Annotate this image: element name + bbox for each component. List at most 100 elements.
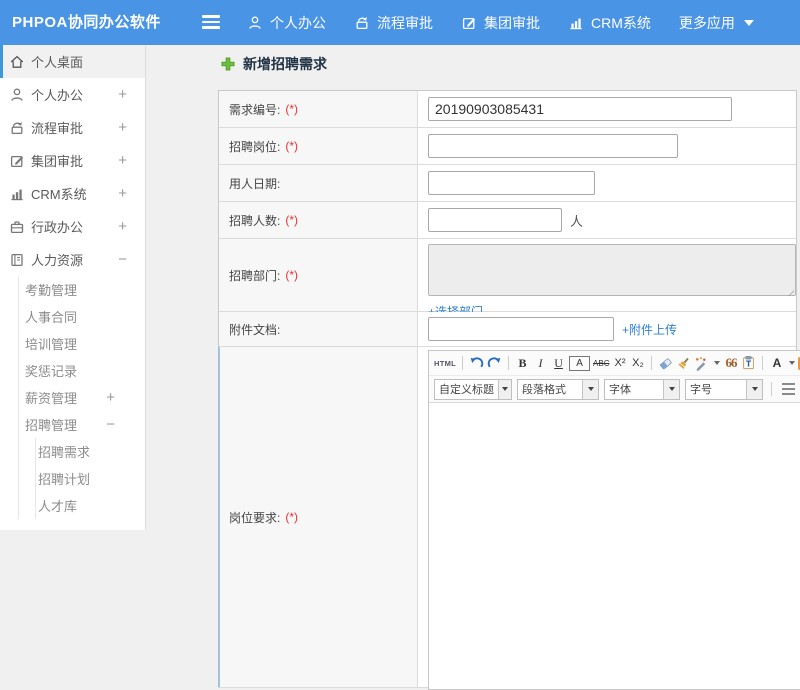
sidebar-item-talent-pool[interactable]: 人才库 xyxy=(36,492,145,519)
chart-icon xyxy=(568,15,584,31)
font-family-select[interactable]: 字体 xyxy=(604,378,680,400)
caret-down-icon[interactable] xyxy=(746,379,762,399)
font-color-button[interactable]: A xyxy=(769,354,784,372)
sidebar-item-personal-office[interactable]: 个人办公 + xyxy=(0,78,145,111)
sidebar-item-label: 招聘需求 xyxy=(38,445,91,460)
nav-item-crm-system[interactable]: CRM系统 xyxy=(568,13,651,33)
position-input[interactable] xyxy=(428,134,678,158)
sidebar-item-human-resources[interactable]: 人力资源 − xyxy=(0,243,145,276)
expand-plus-icon[interactable]: + xyxy=(118,152,127,169)
sidebar-item-label: 考勤管理 xyxy=(25,283,78,298)
edit-icon xyxy=(9,153,25,169)
sidebar: 个人桌面 个人办公 + 流程审批 + 集团审批 + CRM系统 + 行政办公 + 人力资源 − 考勤管理人… xyxy=(0,45,146,530)
sidebar-item-workflow-approval[interactable]: 流程审批 + xyxy=(0,111,145,144)
auto-typeset-button[interactable] xyxy=(694,354,709,372)
sidebar-item-group-approval[interactable]: 集团审批 + xyxy=(0,144,145,177)
redo-button[interactable] xyxy=(487,354,502,372)
toolbar-separator xyxy=(771,382,772,396)
caret-down-icon[interactable] xyxy=(663,379,679,399)
rich-text-editor: HTMLBIUAABCX²X₂66TAa 自定义标题段落格式字体字号 xyxy=(428,350,800,690)
form-row-headcount: 招聘人数: (*) 人 xyxy=(219,202,796,239)
attachment-input[interactable] xyxy=(428,317,614,341)
bold-button[interactable]: B xyxy=(515,354,530,372)
app-logo: PHPOA协同办公软件 xyxy=(12,14,161,31)
font-box-button[interactable]: A xyxy=(569,355,591,371)
expand-plus-icon[interactable]: + xyxy=(106,389,115,406)
user-icon xyxy=(9,87,25,103)
sidebar-item-reward-punishment-records[interactable]: 奖惩记录 xyxy=(19,357,145,384)
undo-button[interactable] xyxy=(469,354,484,372)
caret-down-icon[interactable] xyxy=(498,379,511,399)
italic-button[interactable]: I xyxy=(533,354,548,372)
caret-down-icon[interactable] xyxy=(789,361,796,365)
expand-plus-icon[interactable]: + xyxy=(118,185,127,202)
toolbar-separator xyxy=(762,356,764,370)
sidebar-item-label: 薪资管理 xyxy=(25,391,78,406)
sidebar-item-admin-office[interactable]: 行政办公 + xyxy=(0,210,145,243)
top-nav: 个人办公 流程审批 集团审批 CRM系统 更多应用 xyxy=(247,0,754,45)
nav-item-label: 更多应用 xyxy=(678,14,735,31)
blockquote-button[interactable]: 66 xyxy=(723,354,738,372)
main-content: 新增招聘需求 需求编号:(*) 招聘岗位:(*) 用人日期: xyxy=(147,45,800,690)
sidebar-item-recruitment-requirement[interactable]: 招聘需求 xyxy=(36,438,145,465)
select-value: 字号 xyxy=(690,384,712,396)
sidebar-item-salary-management[interactable]: 薪资管理 + xyxy=(19,384,145,411)
heading-style-select[interactable]: 自定义标题 xyxy=(434,378,512,400)
required-marker: (*) xyxy=(285,102,299,116)
expand-plus-icon[interactable]: + xyxy=(118,218,127,235)
font-size-select[interactable]: 字号 xyxy=(685,378,763,400)
editor-toolbar-row2: 自定义标题 段落格式 字体 字号 xyxy=(429,376,800,403)
nav-item-label: 个人办公 xyxy=(270,14,326,31)
svg-text:T: T xyxy=(746,360,752,369)
nav-item-workflow-approval[interactable]: 流程审批 xyxy=(354,13,433,33)
req-no-label: 需求编号: (*) xyxy=(219,91,418,127)
paragraph-format-select[interactable]: 段落格式 xyxy=(517,378,599,400)
edit-icon xyxy=(461,15,477,31)
sidebar-item-label: 人事合同 xyxy=(25,310,78,325)
sidebar-item-label: 招聘管理 xyxy=(25,418,78,433)
toolbar-separator xyxy=(462,356,464,370)
sidebar-item-attendance-management[interactable]: 考勤管理 xyxy=(19,276,145,303)
sidebar-item-personnel-contract[interactable]: 人事合同 xyxy=(19,303,145,330)
superscript-button[interactable]: X² xyxy=(612,354,627,372)
sidebar-item-label: 招聘计划 xyxy=(38,472,91,487)
select-value: 自定义标题 xyxy=(439,384,494,396)
sidebar-item-recruitment-management[interactable]: 招聘管理 − xyxy=(19,411,145,438)
expand-plus-icon[interactable]: + xyxy=(118,119,127,136)
date-input[interactable] xyxy=(428,171,595,195)
paste-text-button[interactable]: T xyxy=(741,354,756,372)
toolbar-separator xyxy=(508,356,510,370)
flow-icon xyxy=(354,15,370,31)
sidebar-subgroup: 招聘需求招聘计划人才库 xyxy=(35,438,145,519)
align-left-button[interactable] xyxy=(782,383,795,395)
quick-format-button[interactable] xyxy=(676,354,691,372)
caret-down-icon[interactable] xyxy=(714,361,721,365)
nav-item-group-approval[interactable]: 集团审批 xyxy=(461,13,540,33)
nav-item-personal-office[interactable]: 个人办公 xyxy=(247,13,326,33)
collapse-minus-icon[interactable]: − xyxy=(118,251,127,268)
nav-item-more-apps[interactable]: 更多应用 xyxy=(679,13,754,33)
top-bar: PHPOA协同办公软件 个人办公 流程审批 集团审批 CRM系统 更多应用 xyxy=(0,0,800,45)
sidebar-item-personal-desktop[interactable]: 个人桌面 xyxy=(0,45,145,78)
subscript-button[interactable]: X₂ xyxy=(630,354,645,372)
attachment-label: 附件文档: xyxy=(219,312,418,346)
expand-plus-icon[interactable]: + xyxy=(118,86,127,103)
headcount-input[interactable] xyxy=(428,208,562,232)
form-row-requirements: 岗位要求:(*) HTMLBIUAABCX²X₂66TAa 自定义标题段落格式字… xyxy=(218,347,800,690)
caret-down-icon[interactable] xyxy=(582,379,598,399)
department-label: 招聘部门: (*) xyxy=(219,239,418,311)
underline-button[interactable]: U xyxy=(551,354,566,372)
sidebar-item-training-management[interactable]: 培训管理 xyxy=(19,330,145,357)
sidebar-item-label: 集团审批 xyxy=(31,154,84,169)
sidebar-item-recruitment-plan[interactable]: 招聘计划 xyxy=(36,465,145,492)
editor-content[interactable] xyxy=(429,403,800,689)
department-textarea[interactable] xyxy=(428,244,796,296)
req-no-input[interactable] xyxy=(428,97,732,121)
format-eraser-button[interactable] xyxy=(658,354,673,372)
sidebar-item-crm-system[interactable]: CRM系统 + xyxy=(0,177,145,210)
menu-toggle-icon[interactable] xyxy=(202,15,220,30)
strikethrough-button[interactable]: ABC xyxy=(593,354,609,372)
collapse-minus-icon[interactable]: − xyxy=(106,416,115,433)
html-source-button[interactable]: HTML xyxy=(434,354,456,372)
attachment-upload-link[interactable]: +附件上传 xyxy=(622,321,677,338)
